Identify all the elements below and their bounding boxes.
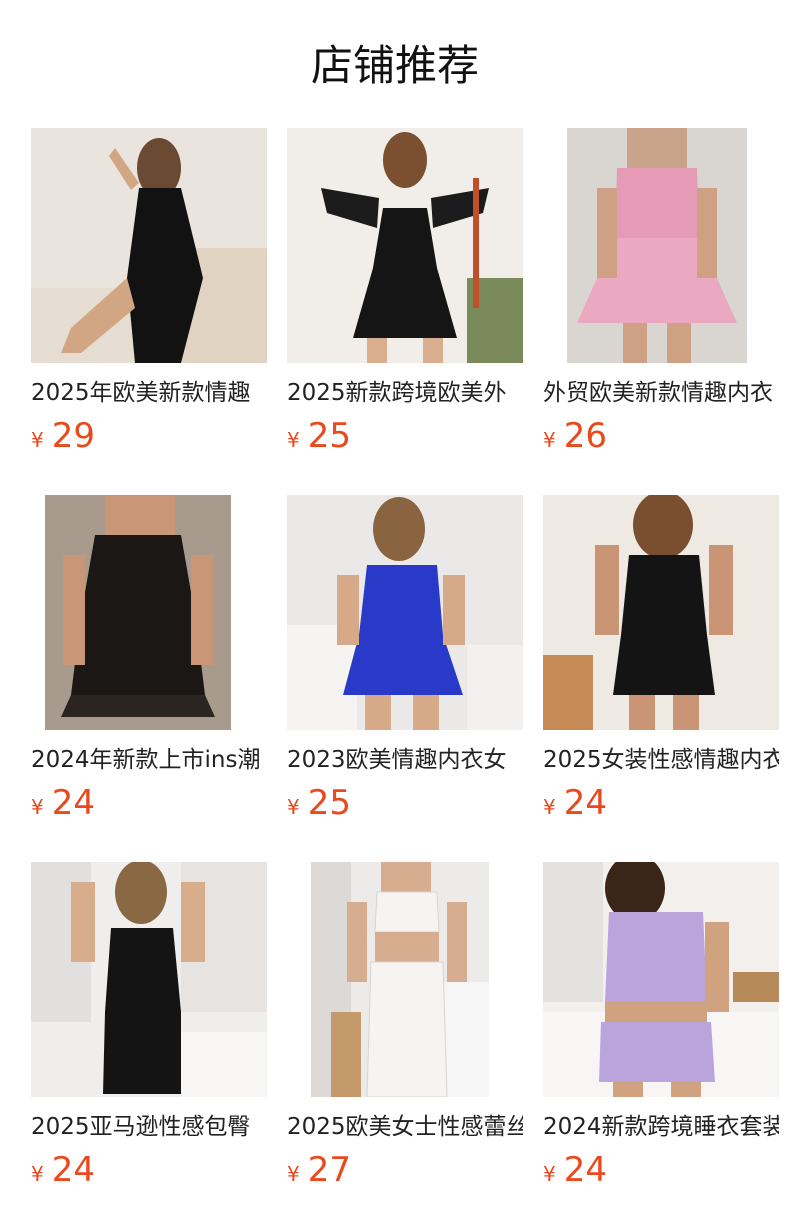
currency-symbol: ¥ <box>31 1162 44 1186</box>
product-card[interactable]: 2024新款跨境睡衣套装 ¥24 <box>543 862 779 1190</box>
product-title[interactable]: 2025女装性感情趣内衣 <box>543 745 779 775</box>
product-price: ¥27 <box>287 1150 351 1196</box>
product-thumbnail[interactable] <box>543 862 779 1097</box>
product-price: ¥24 <box>31 783 95 829</box>
product-photo <box>287 495 523 730</box>
product-photo <box>543 495 779 730</box>
product-card[interactable]: 2025欧美女士性感蕾丝 ¥27 <box>287 862 523 1190</box>
product-price: ¥24 <box>543 1150 607 1196</box>
product-card[interactable]: 2025年欧美新款情趣 ¥29 <box>31 128 267 456</box>
product-price: ¥29 <box>31 416 95 462</box>
product-price: ¥24 <box>31 1150 95 1196</box>
currency-symbol: ¥ <box>287 1162 300 1186</box>
price-amount: 25 <box>307 783 351 823</box>
product-title[interactable]: 2025年欧美新款情趣 <box>31 378 267 408</box>
price-amount: 24 <box>51 783 95 823</box>
product-card[interactable]: 2024年新款上市ins潮 ¥24 <box>31 495 267 823</box>
product-photo <box>31 128 267 363</box>
product-grid: 2025年欧美新款情趣 ¥29 2025新款跨境欧美外 ¥ 25 外贸欧美新款情… <box>31 128 790 1190</box>
price-amount: 26 <box>563 416 607 456</box>
currency-symbol: ¥ <box>543 428 556 452</box>
product-thumbnail[interactable] <box>31 128 267 363</box>
currency-symbol: ¥ <box>543 1162 556 1186</box>
product-photo <box>31 862 267 1097</box>
currency-symbol: ¥ <box>31 795 44 819</box>
product-price: ¥26 <box>543 416 607 462</box>
product-photo <box>311 862 489 1097</box>
product-card[interactable]: 2025女装性感情趣内衣 ¥24 <box>543 495 779 823</box>
price-amount: 24 <box>51 1150 95 1190</box>
currency-symbol: ¥ <box>287 428 300 452</box>
product-price: ¥25 <box>287 416 351 462</box>
product-photo <box>45 495 231 730</box>
product-card[interactable]: 2025亚马逊性感包臀 ¥24 <box>31 862 267 1190</box>
product-price: ¥24 <box>543 783 607 829</box>
product-thumbnail[interactable] <box>31 862 267 1097</box>
price-amount: 27 <box>307 1150 351 1190</box>
product-thumbnail[interactable] <box>287 862 523 1097</box>
currency-symbol: ¥ <box>31 428 44 452</box>
product-photo <box>287 128 523 363</box>
price-amount: 24 <box>563 1150 607 1190</box>
product-title[interactable]: 2023欧美情趣内衣女 <box>287 745 523 775</box>
page-title: 店铺推荐 <box>310 41 479 90</box>
product-photo <box>567 128 747 363</box>
product-title[interactable]: 2025新款跨境欧美外 <box>287 378 523 408</box>
currency-symbol: ¥ <box>287 795 300 819</box>
product-thumbnail[interactable] <box>287 128 523 363</box>
currency-symbol: ¥ <box>543 795 556 819</box>
product-thumbnail[interactable] <box>543 128 779 363</box>
product-title[interactable]: 2025欧美女士性感蕾丝 <box>287 1112 523 1142</box>
product-thumbnail[interactable] <box>543 495 779 730</box>
product-title[interactable]: 2024年新款上市ins潮 <box>31 745 267 775</box>
product-photo <box>543 862 779 1097</box>
product-thumbnail[interactable] <box>31 495 267 730</box>
product-price: ¥25 <box>287 783 351 829</box>
product-title[interactable]: 2025亚马逊性感包臀 <box>31 1112 267 1142</box>
product-thumbnail[interactable] <box>287 495 523 730</box>
price-amount: 25 <box>307 416 351 456</box>
product-card[interactable]: 2023欧美情趣内衣女 ¥25 <box>287 495 523 823</box>
product-title[interactable]: 外贸欧美新款情趣内衣 <box>543 378 779 408</box>
price-amount: 24 <box>563 783 607 823</box>
product-title[interactable]: 2024新款跨境睡衣套装 <box>543 1112 779 1142</box>
product-card[interactable]: 外贸欧美新款情趣内衣 ¥26 <box>543 128 779 456</box>
product-card[interactable]: 2025新款跨境欧美外 ¥25 <box>287 128 523 456</box>
price-amount: 29 <box>51 416 95 456</box>
